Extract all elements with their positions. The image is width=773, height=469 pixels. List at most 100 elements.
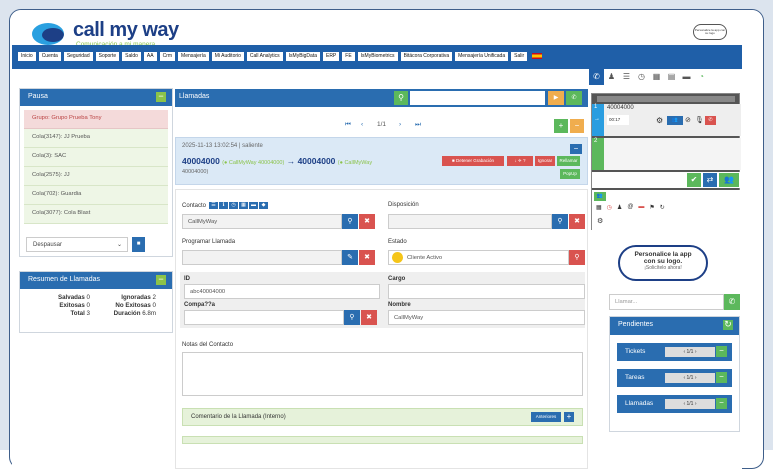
menu-item-4[interactable]: Saldo (122, 52, 141, 61)
search-icon[interactable]: ⚲ (569, 250, 585, 265)
contact-card-icon[interactable]: ☰ (209, 202, 219, 209)
table-icon[interactable]: ▤ (664, 69, 679, 85)
menu-item-9[interactable]: Call Analytics (246, 52, 283, 61)
collapse-icon[interactable]: − (156, 275, 166, 285)
at-icon[interactable]: @ (627, 204, 633, 211)
first-page-icon[interactable]: ⏮ (345, 121, 361, 129)
pending-row[interactable]: Tareas ‹ 1/1 › − (617, 369, 732, 387)
menu-item-5[interactable]: AA (143, 52, 157, 61)
phone-icon[interactable]: ✆ (589, 69, 604, 85)
ignore-button[interactable]: Ignorar (535, 156, 555, 166)
menu-item-10[interactable]: IsMyBigData (285, 52, 320, 61)
queue-item[interactable]: Cola(702): Guardia (24, 186, 168, 205)
collapse-icon[interactable]: − (570, 144, 582, 154)
gear-icon[interactable]: ⚙ (597, 217, 603, 225)
status-input[interactable]: Cliente Activo (388, 250, 569, 265)
collapse-icon[interactable]: − (716, 372, 727, 383)
name-input[interactable]: CallMyWay (388, 310, 585, 325)
conference-icon[interactable]: 👥 (719, 173, 739, 187)
menu-item-1[interactable]: Cuenta (38, 52, 61, 61)
previous-comments-button[interactable]: Anteriores (531, 412, 561, 422)
menu-item-6[interactable]: Crm (159, 52, 176, 61)
queue-item[interactable]: Cola(3147): JJ Prueba (24, 129, 168, 148)
menu-item-13[interactable]: IsMyBiometrics (357, 52, 398, 61)
clock-icon[interactable]: ◷ (229, 202, 239, 209)
promo-badge[interactable]: Personalice la app con su logo. ¡Solicít… (618, 245, 708, 281)
menu-item-15[interactable]: Mensajería Unificada (455, 52, 509, 61)
refresh-icon[interactable]: ↻ (660, 204, 665, 211)
language-flag-icon[interactable] (532, 53, 543, 59)
calendar-icon[interactable]: ▦ (239, 202, 249, 209)
search-icon[interactable]: ⚲ (342, 214, 358, 229)
menu-item-12[interactable]: FE (342, 52, 355, 61)
menu-item-16[interactable]: Salir (511, 52, 528, 61)
next-page-icon[interactable]: › (399, 121, 415, 129)
mic-icon[interactable]: 🎙 (695, 116, 705, 125)
clear-icon[interactable]: ✖ (361, 310, 377, 325)
menu-item-3[interactable]: Soporte (95, 52, 120, 61)
search-button[interactable]: ⚲ (394, 91, 408, 105)
queue-item[interactable]: Cola(3077): Cola Blast (24, 205, 168, 224)
menu-item-8[interactable]: Mi Auditorio (211, 52, 244, 61)
next-page-icon[interactable]: › (693, 349, 697, 355)
next-page-icon[interactable]: › (693, 375, 697, 381)
stop-recording-button[interactable]: ■ Detener Grabación (442, 156, 504, 166)
line-1[interactable]: 1 → 40004000 00:17 ⚙ 👥 ⊘ 🎙 ✆ (592, 104, 741, 136)
add-button[interactable]: + (554, 119, 568, 133)
user-icon[interactable]: ♟ (617, 204, 622, 211)
prev-page-icon[interactable]: ‹ (361, 121, 377, 129)
info-icon[interactable]: ℹ (219, 202, 229, 209)
chat-icon[interactable]: ▬ (679, 69, 694, 85)
menu-item-2[interactable]: Seguridad (63, 52, 93, 61)
search-icon[interactable]: ⚲ (552, 214, 568, 229)
tag-icon[interactable]: ◆ (259, 202, 269, 209)
calls-search-input[interactable] (410, 91, 545, 105)
schedule-input[interactable] (182, 250, 342, 265)
notes-textarea[interactable] (182, 352, 583, 396)
message-icon[interactable]: ▬ (638, 204, 644, 211)
block-icon[interactable]: ⊘ (685, 116, 695, 125)
clear-icon[interactable]: ✖ (359, 250, 375, 265)
transfer-button[interactable]: ↓ ✈ ? (507, 156, 533, 166)
queue-item[interactable]: Grupo: Grupo Prueba Tony (24, 110, 168, 129)
settings-icon[interactable]: ⚙ (656, 116, 667, 125)
menu-item-0[interactable]: Inicio (18, 52, 36, 61)
collapse-icon[interactable]: − (716, 398, 727, 409)
list-icon[interactable]: ☰ (619, 69, 634, 85)
refresh-icon[interactable]: ↻ (723, 320, 733, 330)
popup-button[interactable]: PopUp (560, 169, 580, 179)
edit-icon[interactable]: ✎ (342, 250, 358, 265)
id-input[interactable]: abc40004000 (184, 284, 380, 299)
grid-icon[interactable]: ▦ (596, 204, 602, 211)
menu-item-7[interactable]: Mensajería (178, 52, 209, 61)
menu-item-14[interactable]: Bitácora Corporativa (400, 52, 453, 61)
dial-call-button[interactable]: ✆ (724, 294, 740, 310)
clear-icon[interactable]: ✖ (359, 214, 375, 229)
clock-alert-icon[interactable]: ◷ (607, 204, 612, 211)
last-page-icon[interactable]: ⏭ (415, 121, 431, 129)
add-comment-button[interactable]: + (564, 412, 574, 422)
user-icon[interactable]: ♟ (604, 69, 619, 85)
search-icon[interactable]: ⚲ (344, 310, 360, 325)
hangup-icon[interactable]: ✆ (705, 116, 716, 125)
line-2[interactable]: 2 (592, 138, 741, 170)
recall-button[interactable]: Rellamar (557, 156, 580, 166)
unpause-button[interactable]: ■ (132, 237, 145, 252)
check-icon[interactable]: ✔ (687, 173, 701, 187)
pending-row[interactable]: Llamadas ‹ 1/1 › − (617, 395, 732, 413)
transfer-icon[interactable]: ⇄ (703, 173, 717, 187)
company-input[interactable] (184, 310, 344, 325)
calendar-icon[interactable]: ▦ (649, 69, 664, 85)
minimize-button[interactable]: − (570, 119, 584, 133)
dial-strip[interactable]: ✔ ⇄ 👥 (592, 172, 741, 188)
contact-input[interactable]: CallMyWay (182, 214, 342, 229)
queue-item[interactable]: Cola(2575): JJ (24, 167, 168, 186)
cargo-input[interactable] (388, 284, 585, 299)
clear-icon[interactable]: ✖ (569, 214, 585, 229)
clock-icon[interactable]: ◷ (634, 69, 649, 85)
menu-item-11[interactable]: ERP (322, 52, 340, 61)
chat-icon[interactable]: ▬ (249, 202, 259, 209)
next-page-icon[interactable]: › (693, 401, 697, 407)
collapse-icon[interactable]: − (156, 92, 166, 102)
disposition-input[interactable] (388, 214, 552, 229)
